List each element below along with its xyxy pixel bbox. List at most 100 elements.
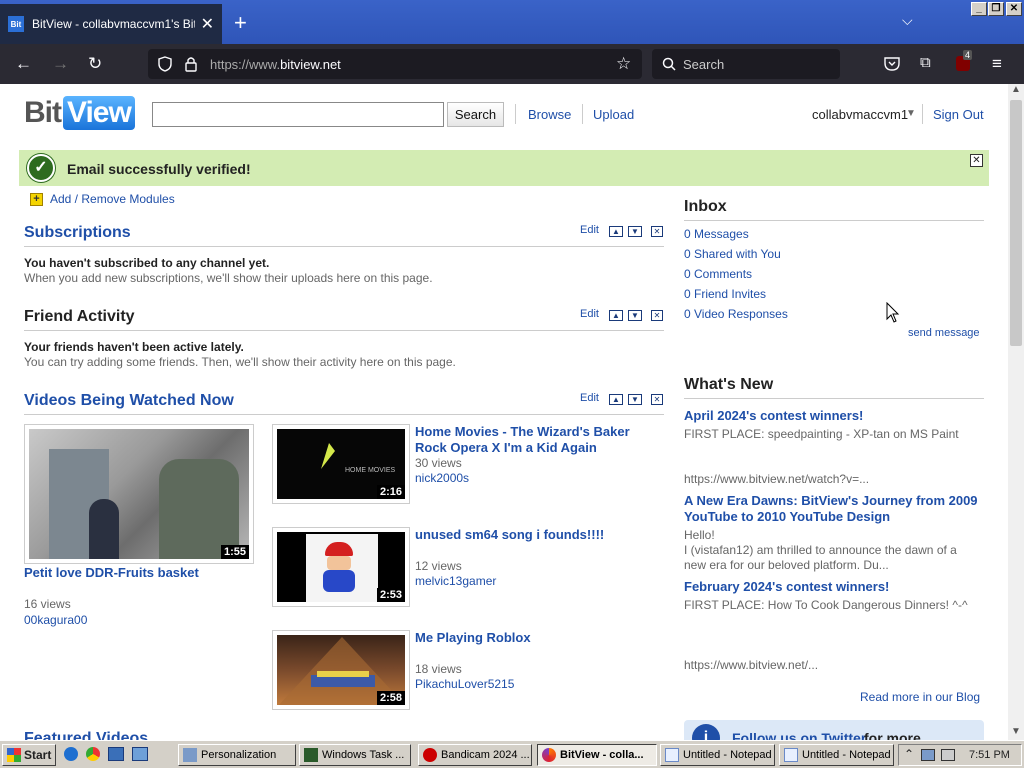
sign-out-link[interactable]: Sign Out bbox=[933, 107, 984, 122]
video-thumbnail[interactable]: 2:58 bbox=[272, 630, 410, 710]
subscriptions-heading[interactable]: Subscriptions bbox=[24, 224, 131, 242]
chevron-down-icon[interactable]: ▼ bbox=[906, 108, 916, 119]
restore-window-icon[interactable]: ❐ bbox=[988, 2, 1004, 16]
site-search-input[interactable] bbox=[152, 102, 444, 127]
move-down-icon[interactable]: ▼ bbox=[628, 394, 642, 405]
show-desktop-icon[interactable] bbox=[108, 747, 124, 761]
personalization-icon bbox=[183, 748, 197, 762]
videos-watched-heading[interactable]: Videos Being Watched Now bbox=[24, 392, 234, 410]
video-thumbnail[interactable]: HOME MOVIES 2:16 bbox=[272, 424, 410, 504]
blog-post-title-link[interactable]: A New Era Dawns: BitView's Journey from … bbox=[684, 493, 988, 525]
browser-tab-active[interactable]: Bit BitView - collabvmaccvm1's BitView ✕ bbox=[0, 4, 222, 44]
taskbar-item-bandicam[interactable]: Bandicam 2024 ... bbox=[418, 744, 532, 766]
taskbar-item-personalization[interactable]: Personalization bbox=[178, 744, 296, 766]
back-arrow-icon[interactable]: ← bbox=[15, 54, 32, 74]
video-duration: 2:16 bbox=[376, 485, 405, 499]
blog-post-title-link[interactable]: April 2024's contest winners! bbox=[684, 408, 863, 424]
inbox-messages-link[interactable]: 0 Messages bbox=[684, 227, 749, 241]
video-views: 12 views bbox=[415, 559, 462, 573]
scroll-down-icon[interactable]: ▼ bbox=[1011, 726, 1021, 737]
task-label: Untitled - Notepad bbox=[802, 749, 891, 761]
move-down-icon[interactable]: ▼ bbox=[628, 310, 642, 321]
bookmark-star-icon[interactable]: ☆ bbox=[616, 54, 631, 74]
forward-arrow-icon[interactable]: → bbox=[52, 54, 69, 74]
inbox-comments-link[interactable]: 0 Comments bbox=[684, 267, 752, 281]
add-remove-modules-link[interactable]: Add / Remove Modules bbox=[50, 192, 175, 206]
friends-edit-link[interactable]: Edit bbox=[580, 308, 599, 320]
username-menu[interactable]: collabvmaccvm1 bbox=[812, 107, 908, 122]
remove-module-icon[interactable]: ✕ bbox=[651, 226, 663, 237]
video-views: 30 views bbox=[415, 456, 462, 470]
whats-new-heading: What's New bbox=[684, 376, 774, 393]
move-up-icon[interactable]: ▲ bbox=[609, 226, 623, 237]
close-window-icon[interactable]: ✕ bbox=[1006, 2, 1022, 16]
url-bar[interactable]: https://www.bitview.net ☆ bbox=[148, 49, 642, 79]
scrollbar-thumb[interactable] bbox=[1010, 100, 1022, 346]
explorer-icon[interactable] bbox=[132, 747, 148, 761]
video-title-link[interactable]: Me Playing Roblox bbox=[415, 630, 655, 646]
video-user-link[interactable]: melvic13gamer bbox=[415, 574, 496, 588]
notepad-icon bbox=[665, 748, 679, 762]
expand-tray-icon[interactable]: ⌃ bbox=[904, 747, 914, 761]
move-up-icon[interactable]: ▲ bbox=[609, 310, 623, 321]
extensions-icon[interactable]: ⧉ bbox=[920, 54, 931, 71]
volume-icon[interactable] bbox=[941, 749, 955, 761]
video-user-link[interactable]: 00kagura00 bbox=[24, 613, 87, 627]
chrome-icon[interactable] bbox=[86, 747, 100, 761]
move-down-icon[interactable]: ▼ bbox=[628, 226, 642, 237]
add-plus-icon[interactable]: + bbox=[30, 193, 43, 206]
remove-module-icon[interactable]: ✕ bbox=[651, 394, 663, 405]
blog-post-body: FIRST PLACE: How To Cook Dangerous Dinne… bbox=[684, 598, 968, 612]
video-title-link[interactable]: Petit love DDR-Fruits basket bbox=[24, 565, 199, 581]
taskbar-item-task-manager[interactable]: Windows Task ... bbox=[299, 744, 411, 766]
taskbar-item-notepad[interactable]: Untitled - Notepad bbox=[779, 744, 894, 766]
new-tab-icon[interactable]: + bbox=[234, 10, 247, 36]
internet-explorer-icon[interactable] bbox=[64, 747, 78, 761]
video-thumbnail[interactable]: 1:55 bbox=[24, 424, 254, 564]
close-tab-icon[interactable]: ✕ bbox=[201, 14, 214, 34]
inbox-shared-link[interactable]: 0 Shared with You bbox=[684, 247, 781, 261]
video-title-link[interactable]: Home Movies - The Wizard's Baker Rock Op… bbox=[415, 424, 655, 456]
start-button[interactable]: Start bbox=[2, 744, 56, 766]
blog-post-body: Hello! bbox=[684, 528, 715, 542]
minimize-window-icon[interactable]: _ bbox=[971, 2, 987, 16]
browse-link[interactable]: Browse bbox=[528, 107, 571, 122]
url-text: https://www.bitview.net bbox=[210, 57, 341, 72]
inbox-video-responses-link[interactable]: 0 Video Responses bbox=[684, 307, 788, 321]
video-user-link[interactable]: nick2000s bbox=[415, 471, 469, 485]
upload-link[interactable]: Upload bbox=[593, 107, 634, 122]
subscriptions-edit-link[interactable]: Edit bbox=[580, 224, 599, 236]
browser-search-box[interactable]: Search bbox=[652, 49, 840, 79]
page-scrollbar[interactable]: ▲ ▼ bbox=[1008, 84, 1024, 740]
reload-icon[interactable]: ↻ bbox=[88, 54, 102, 74]
pocket-icon[interactable] bbox=[884, 57, 900, 71]
network-icon[interactable] bbox=[921, 749, 935, 761]
remove-module-icon[interactable]: ✕ bbox=[651, 310, 663, 321]
inbox-friend-invites-link[interactable]: 0 Friend Invites bbox=[684, 287, 766, 301]
clock[interactable]: 7:51 PM bbox=[969, 749, 1010, 761]
blog-post-title-link[interactable]: February 2024's contest winners! bbox=[684, 579, 889, 595]
site-search-button[interactable]: Search bbox=[447, 102, 504, 127]
video-user-link[interactable]: PikachuLover5215 bbox=[415, 677, 514, 691]
bitview-logo[interactable]: Bit View bbox=[24, 93, 135, 133]
send-message-link[interactable]: send message bbox=[908, 327, 980, 339]
hamburger-menu-icon[interactable]: ≡ bbox=[992, 54, 1002, 74]
search-icon bbox=[662, 57, 676, 71]
twitter-follow-link[interactable]: Follow us on Twitter bbox=[732, 730, 866, 740]
taskbar-item-firefox[interactable]: BitView - colla... bbox=[537, 744, 657, 766]
close-notice-icon[interactable]: ✕ bbox=[970, 154, 983, 167]
featured-videos-heading[interactable]: Featured Videos bbox=[24, 730, 148, 740]
move-up-icon[interactable]: ▲ bbox=[609, 394, 623, 405]
video-title-link[interactable]: unused sm64 song i founds!!!! bbox=[415, 527, 655, 543]
list-all-tabs-icon[interactable]: ⌵ bbox=[902, 12, 913, 29]
shield-icon[interactable] bbox=[158, 56, 172, 72]
watching-edit-link[interactable]: Edit bbox=[580, 392, 599, 404]
read-more-blog-link[interactable]: Read more in our Blog bbox=[860, 690, 980, 704]
video-thumbnail[interactable]: 2:53 bbox=[272, 527, 410, 607]
scroll-up-icon[interactable]: ▲ bbox=[1011, 84, 1021, 95]
twitter-follow-box[interactable]: i Follow us on Twitter for more bbox=[684, 720, 984, 740]
taskbar-item-notepad[interactable]: Untitled - Notepad bbox=[660, 744, 775, 766]
success-notice: ✓ Email successfully verified! ✕ bbox=[19, 150, 989, 186]
lock-icon[interactable] bbox=[185, 56, 197, 72]
video-views: 18 views bbox=[415, 662, 462, 676]
